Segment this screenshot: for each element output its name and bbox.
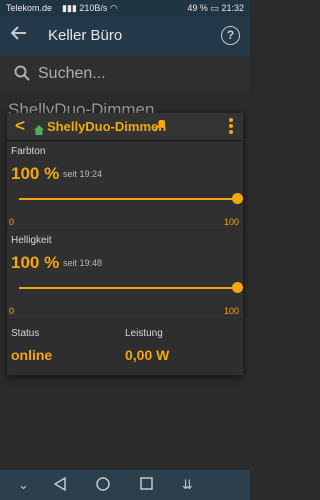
- slider-value: 100 %: [11, 164, 60, 183]
- nav-down-icon[interactable]: ⌄: [18, 477, 29, 493]
- chevron-left-icon[interactable]: <: [15, 116, 25, 136]
- clock: 21:32: [221, 3, 244, 13]
- slider-thumb[interactable]: [231, 282, 243, 293]
- search-bar[interactable]: Suchen...: [0, 56, 250, 92]
- status-bar: Telekom.de ▮▮▮ 210B/s ◠ 49 % ▭ 21:32: [0, 0, 250, 16]
- device-name: ShellyDuo-Dimmen: [47, 119, 167, 134]
- search-input[interactable]: Suchen...: [38, 65, 106, 83]
- page-title: Keller Büro: [48, 27, 123, 44]
- nav-notification-icon[interactable]: ⇊: [182, 477, 193, 493]
- slider-min: 0: [9, 306, 15, 316]
- slider-since: seit 19:48: [63, 258, 103, 268]
- device-dialog: < ShellyDuo-Dimmen Farbton 100 % seit 19…: [7, 113, 243, 375]
- wifi-icon: ◠: [109, 3, 118, 13]
- slider-max: 100: [223, 217, 239, 227]
- battery-icon: ▭: [210, 3, 219, 13]
- search-icon: [14, 65, 30, 86]
- slider-max: 100: [223, 306, 239, 316]
- help-icon[interactable]: ?: [221, 26, 240, 45]
- network-speed: ▮▮▮ 210B/s ◠: [62, 3, 118, 14]
- slider-label: Farbton: [11, 146, 46, 157]
- status-right: 49 % ▭ 21:32: [187, 3, 244, 14]
- more-vert-icon[interactable]: [228, 118, 234, 136]
- nav-recents-icon[interactable]: [140, 477, 153, 493]
- slider-track[interactable]: [19, 198, 237, 200]
- slider-track[interactable]: [19, 287, 237, 289]
- slider-value: 100 %: [11, 253, 60, 272]
- slider-section-farbton: Farbton 100 % seit 19:24 0 100: [7, 142, 243, 230]
- signal-icon: ▮▮▮: [62, 3, 77, 13]
- status-value: online: [11, 347, 53, 363]
- carrier-label: Telekom.de: [6, 3, 53, 13]
- slider-thumb[interactable]: [231, 193, 243, 204]
- slider-section-helligkeit: Helligkeit 100 % seit 19:48 0 100: [7, 231, 243, 319]
- power-value: 0,00 W: [125, 347, 170, 363]
- dialog-header: < ShellyDuo-Dimmen: [7, 113, 243, 141]
- status-label: Status: [11, 328, 40, 339]
- system-nav-bar: ⌄ ⇊: [0, 470, 250, 500]
- slider-since: seit 19:24: [63, 169, 103, 179]
- slider-label: Helligkeit: [11, 235, 52, 246]
- app-bar: Keller Büro ?: [0, 16, 250, 56]
- speed-label: 210B/s: [79, 3, 108, 13]
- status-section: Status online Leistung 0,00 W: [7, 320, 243, 375]
- home-icon: [34, 122, 44, 140]
- slider-min: 0: [9, 217, 15, 227]
- power-label: Leistung: [125, 328, 163, 339]
- nav-home-icon[interactable]: [96, 477, 110, 494]
- nav-back-icon[interactable]: [53, 476, 66, 494]
- wrench-icon[interactable]: [153, 118, 167, 137]
- back-arrow-icon[interactable]: [10, 24, 30, 48]
- battery-percent: 49 %: [187, 3, 208, 13]
